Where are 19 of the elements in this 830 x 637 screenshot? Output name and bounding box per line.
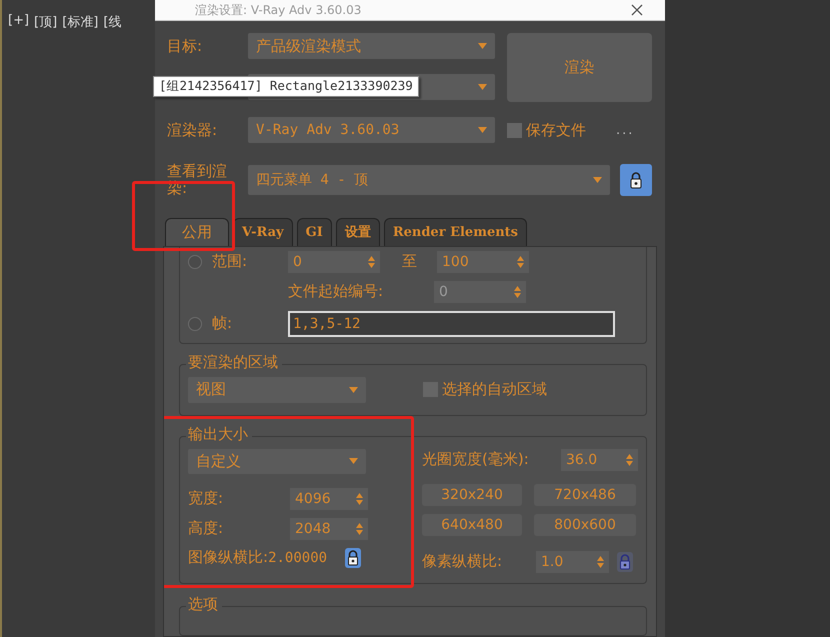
group-title: 选项 xyxy=(186,594,222,614)
to-label: 至 xyxy=(402,252,417,271)
image-aspect-value: 2.00000 xyxy=(268,550,328,566)
image-aspect-label: 图像纵横比: xyxy=(188,548,268,567)
group-title: 输出大小 xyxy=(186,424,252,444)
renderer-label: 渲染器: xyxy=(167,120,218,140)
window-title: 渲染设置: V-Ray Adv 3.60.03 xyxy=(195,2,362,18)
width-label: 宽度: xyxy=(188,489,224,508)
group-title: 要渲染的区域 xyxy=(186,352,282,372)
aperture-label: 光圈宽度(毫米): xyxy=(422,450,530,469)
pixel-aspect-label: 像素纵横比: xyxy=(422,552,504,571)
file-start-label: 文件起始编号: xyxy=(288,282,384,301)
range-label: 范围: xyxy=(212,252,248,271)
height-label: 高度: xyxy=(188,519,224,538)
target-label: 目标: xyxy=(167,36,204,56)
save-file-label: 保存文件 xyxy=(526,120,586,140)
auto-region-label: 选择的自动区域 xyxy=(442,380,547,399)
tooltip: [组2142356417] Rectangle2133390239 xyxy=(153,76,419,97)
frames-label: 帧: xyxy=(212,314,234,333)
